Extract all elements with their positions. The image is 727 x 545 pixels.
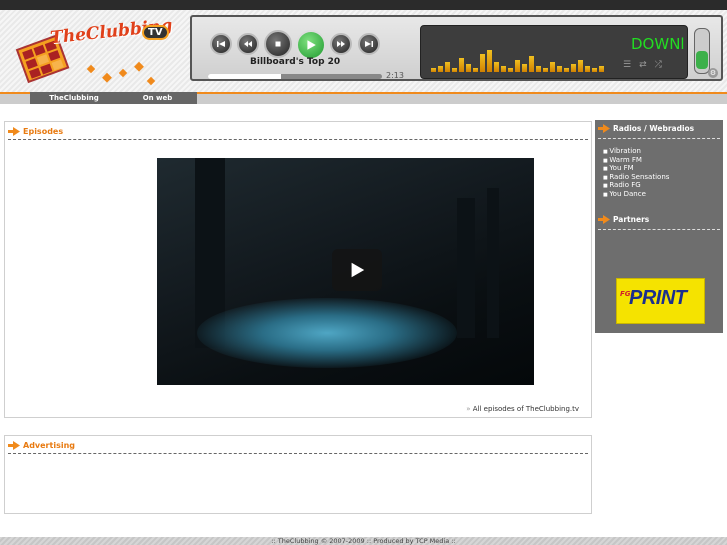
link-marker: » [466,405,471,413]
fast-forward-button[interactable] [330,33,352,55]
equalizer-bar [592,68,597,72]
volume-knob[interactable] [696,51,708,69]
equalizer-bar [473,68,478,72]
radio-link-radio-sensations[interactable]: Radio Sensations [603,173,669,182]
volume-slider[interactable] [694,28,710,74]
previous-track-button[interactable] [210,33,232,55]
divider [8,453,588,454]
player-display: DOWNl ☰ ⇄ ⤮ [420,25,688,79]
stop-button[interactable] [264,30,292,58]
partner-logo-main-text: PRINT [629,287,687,309]
footer: :: TheClubbing © 2007-2009 :: Produced b… [0,537,727,545]
equalizer-bar [501,66,506,72]
equalizer-bar [536,66,541,72]
tab-on-web[interactable]: On web [118,92,197,104]
equalizer-bar [578,60,583,72]
advertising-title: Advertising [23,441,75,450]
top-strip [0,0,727,10]
equalizer-bar [508,68,513,72]
equalizer-bar [480,54,485,72]
all-episodes-label: All episodes of TheClubbing.tv [472,405,579,413]
radio-link-warm-fm[interactable]: Warm FM [603,156,669,165]
equalizer-bar [431,68,436,72]
stop-icon [275,41,281,47]
player-settings-icon[interactable]: ⚙ [708,68,718,78]
radios-title: Radios / Webradios [613,124,695,133]
equalizer-bar [494,62,499,72]
rewind-icon [244,41,252,47]
track-progress-fill [208,74,282,79]
equalizer-bar [550,62,555,72]
equalizer-bar [529,56,534,72]
play-icon [351,262,365,278]
divider [598,138,720,139]
arrow-right-icon [598,215,610,224]
logo-tv-badge: TV [142,25,169,40]
track-progress-bar[interactable] [208,74,382,79]
next-track-icon [365,41,373,47]
repeat-icon[interactable]: ⇄ [639,60,647,70]
equalizer-bar [515,60,520,72]
play-icon [307,40,316,50]
video-play-button[interactable] [332,249,382,291]
tab-theclubbing[interactable]: TheClubbing [30,92,118,104]
arrow-right-icon [8,127,20,136]
equalizer-bar [564,68,569,72]
shuffle-icon[interactable]: ⤮ [655,60,662,70]
rewind-button[interactable] [237,33,259,55]
track-title: Billboard's Top 20 [250,57,341,67]
site-logo[interactable]: TheClubbing TV [12,16,182,92]
header: TheClubbing TV Billboard's Top 20 2:13 D… [0,10,727,92]
divider [598,229,720,230]
equalizer-bar [459,58,464,72]
partner-logo-fgl-print[interactable]: FGL PRINT [616,278,705,324]
radio-link-you-fm[interactable]: You FM [603,164,669,173]
all-episodes-link[interactable]: » All episodes of TheClubbing.tv [466,405,579,413]
episodes-panel: Episodes » All episodes of TheClubbing.t… [4,121,592,418]
radio-link-radio-fg[interactable]: Radio FG [603,181,669,190]
equalizer-bar [445,62,450,72]
previous-track-icon [217,41,225,47]
equalizer [431,46,604,72]
equalizer-bar [487,50,492,72]
equalizer-bar [466,64,471,72]
equalizer-bar [543,68,548,72]
arrow-right-icon [8,441,20,450]
radio-link-vibration[interactable]: Vibration [603,147,669,156]
equalizer-bar [522,64,527,72]
sidebar: Radios / Webradios Vibration Warm FM You… [595,120,723,333]
music-player: Billboard's Top 20 2:13 DOWNl ☰ ⇄ ⤮ ⚙ [190,15,723,81]
playlist-icon[interactable]: ☰ [623,60,631,70]
nav-bar: TheClubbing On web [0,92,727,104]
episodes-title: Episodes [23,127,64,136]
divider [8,139,588,140]
equalizer-bar [452,68,457,72]
play-button[interactable] [296,30,326,60]
video-player[interactable] [157,158,534,385]
arrow-right-icon [598,124,610,133]
fast-forward-icon [337,41,345,47]
equalizer-bar [599,66,604,72]
equalizer-bar [557,66,562,72]
radio-link-you-dance[interactable]: You Dance [603,190,669,199]
partners-title: Partners [613,215,650,224]
advertising-panel: Advertising [4,435,592,514]
display-scroll-text: DOWNl [631,35,685,53]
video-frame-light [197,298,457,368]
radio-list: Vibration Warm FM You FM Radio Sensation… [603,147,669,199]
equalizer-bar [438,66,443,72]
equalizer-bar [571,64,576,72]
track-time: 2:13 [386,71,404,80]
next-track-button[interactable] [358,33,380,55]
display-icons: ☰ ⇄ ⤮ [623,60,662,70]
equalizer-bar [585,66,590,72]
